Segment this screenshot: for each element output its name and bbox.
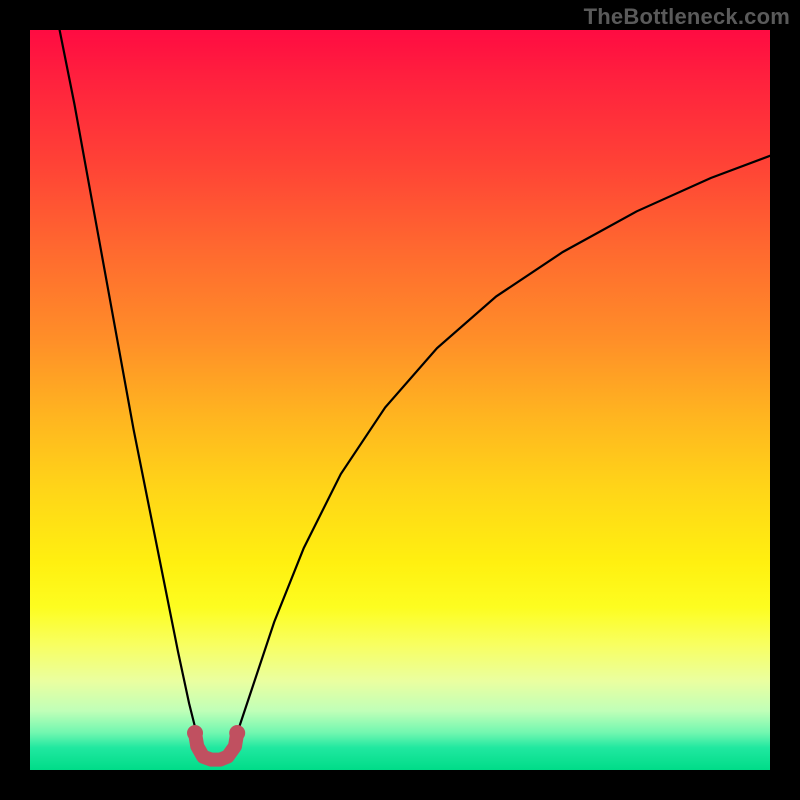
plot-area	[30, 30, 770, 770]
valley-endpoint-left	[187, 725, 203, 741]
curve-layer	[30, 30, 770, 770]
left-curve	[60, 30, 203, 752]
chart-frame: TheBottleneck.com	[0, 0, 800, 800]
right-curve	[230, 156, 770, 752]
valley-endpoint-right	[229, 725, 245, 741]
watermark-text: TheBottleneck.com	[584, 4, 790, 30]
